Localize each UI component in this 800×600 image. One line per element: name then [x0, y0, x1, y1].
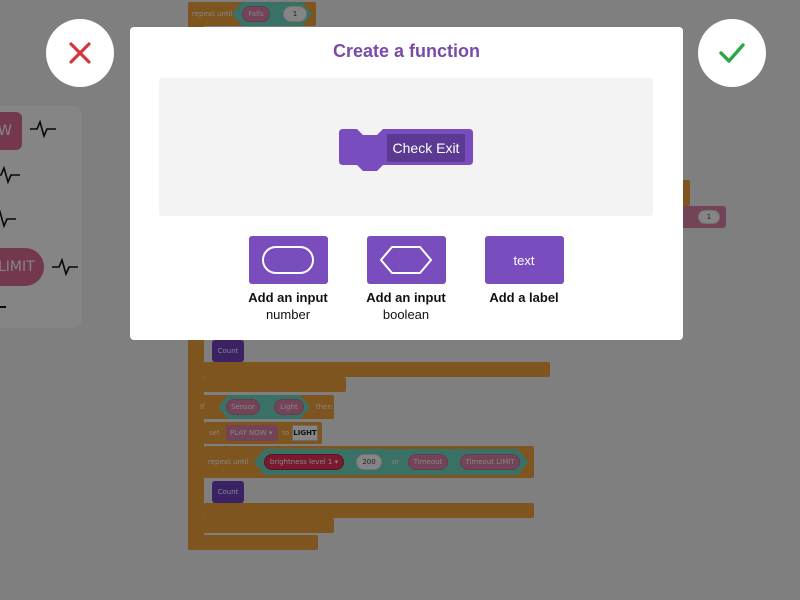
add-boolean-input-option[interactable]: Add an input boolean	[346, 236, 466, 322]
cancel-button[interactable]	[46, 19, 114, 87]
confirm-button[interactable]	[698, 19, 766, 87]
add-number-input-button[interactable]	[248, 236, 328, 284]
function-preview-area: Check Exit	[159, 78, 653, 216]
function-block[interactable]: Check Exit	[339, 129, 473, 173]
close-icon	[69, 42, 91, 64]
create-function-dialog: Create a function Check Exit Add an inpu…	[130, 27, 683, 340]
add-boolean-input-title: Add an input	[366, 290, 446, 305]
dialog-title: Create a function	[332, 41, 481, 61]
add-number-input-option[interactable]: Add an input number	[228, 236, 348, 322]
add-boolean-input-subtitle: boolean	[382, 307, 430, 322]
hexagon-input-icon	[380, 246, 432, 274]
add-number-input-title: Add an input	[248, 290, 328, 305]
add-number-input-subtitle: number	[265, 307, 311, 322]
function-name-label[interactable]: Check Exit	[387, 134, 465, 162]
rounded-rect-input-icon	[262, 246, 314, 274]
label-text-chip: text	[513, 252, 535, 268]
add-label-title: Add a label	[489, 290, 559, 305]
add-boolean-input-button[interactable]	[366, 236, 446, 284]
check-icon	[719, 43, 745, 63]
add-label-button[interactable]: text	[484, 236, 564, 284]
add-label-option[interactable]: text Add a label	[464, 236, 584, 305]
